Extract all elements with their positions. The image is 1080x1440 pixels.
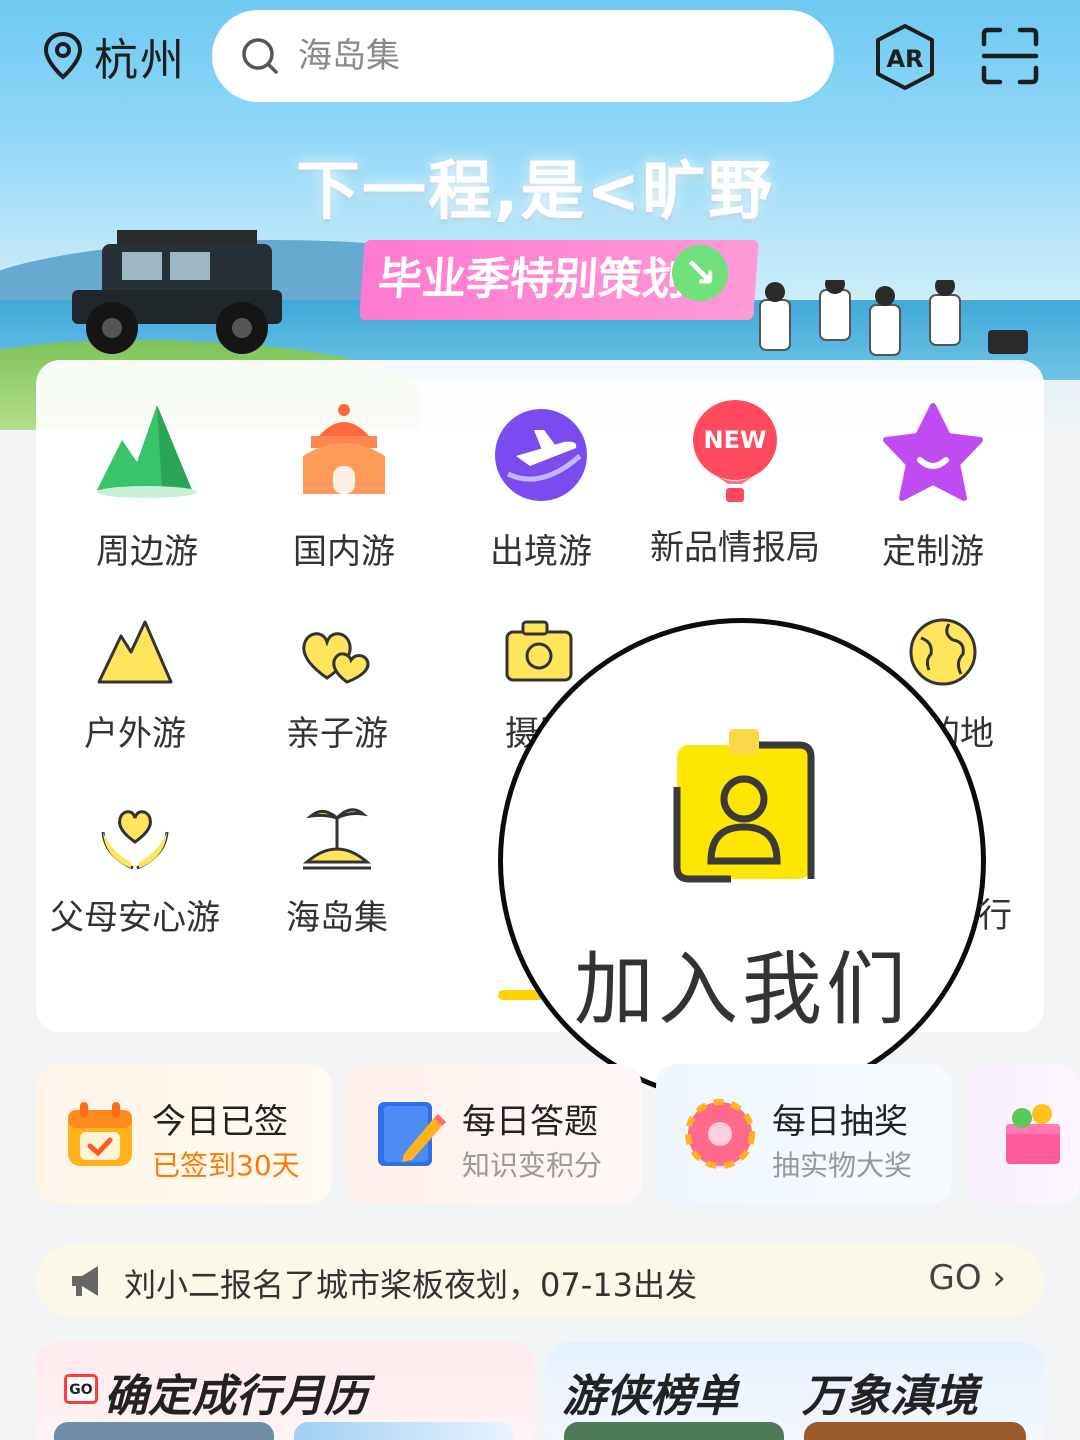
daily-subtitle: 已签到30天 [152, 1149, 300, 1182]
ranking-thumb [564, 1422, 784, 1440]
chevron-right-icon: › [981, 1258, 1006, 1298]
location-pin-icon [43, 31, 83, 80]
notice-text: 刘小二报名了城市桨板夜划，07-13出发 [124, 1266, 697, 1304]
pavilion-icon [303, 404, 385, 494]
daily-subtitle: 知识变积分 [462, 1149, 603, 1182]
category-label: 户外游 [84, 714, 186, 754]
hands-heart-icon [101, 810, 169, 870]
category-fumu[interactable]: 父母安心游 [40, 796, 230, 939]
join-us-label[interactable]: 加入我们 [503, 925, 981, 1041]
daily-title: 今日已签 [152, 1102, 288, 1142]
daily-quiz-card[interactable]: 每日答题 知识变积分 [346, 1064, 642, 1204]
category-label: 周边游 [96, 532, 198, 572]
top-bar: 杭州 AR [0, 0, 1080, 110]
daily-more-card[interactable] [966, 1064, 1080, 1204]
island-icon [302, 808, 372, 870]
category-label: 父母安心游 [50, 898, 220, 938]
category-label: 国内游 [293, 532, 395, 572]
notice-go-link[interactable]: GO › [928, 1258, 1006, 1298]
scene-thumb [804, 1422, 1026, 1440]
calendar-thumb-2 [294, 1422, 514, 1440]
balloon-new-icon: NEW [693, 400, 777, 502]
notebook-pencil-icon [378, 1102, 446, 1166]
badge-id-icon [673, 729, 815, 883]
location-selector[interactable]: 杭州 [42, 28, 186, 86]
svg-text:AR: AR [886, 45, 923, 73]
calendar-card[interactable]: GO 确定成行月历 [36, 1342, 534, 1440]
notice-bar[interactable]: 刘小二报名了城市桨板夜划，07-13出发 GO › [36, 1244, 1044, 1318]
jeep-image [72, 230, 282, 354]
plane-icon [495, 409, 587, 501]
category-dingzhi[interactable]: 定制游 [838, 400, 1028, 573]
daily-title: 每日答题 [462, 1102, 598, 1142]
gift-box-icon [1006, 1104, 1060, 1164]
calendar-check-icon [68, 1102, 132, 1166]
scene-title: 万象滇境 [802, 1371, 978, 1422]
search-input[interactable] [298, 36, 798, 76]
category-label: 亲子游 [286, 714, 388, 754]
category-label: 定制游 [882, 532, 984, 572]
partial-category-label: 行 [978, 896, 1012, 936]
calendar-title: 确定成行月历 [104, 1371, 368, 1422]
daily-lottery-card[interactable]: 每日抽奖 抽实物大奖 [656, 1064, 952, 1204]
outdoor-mountain-icon [97, 620, 173, 684]
megaphone-icon [72, 1266, 98, 1296]
category-huwai[interactable]: 户外游 [40, 612, 230, 755]
search-icon [242, 38, 278, 74]
category-zhoubian[interactable]: 周边游 [52, 400, 242, 573]
category-xinpin[interactable]: NEW 新品情报局 [640, 396, 830, 569]
notice-go-label: GO [928, 1258, 982, 1298]
arrow-down-right-icon: ↘ [672, 245, 728, 301]
city-label: 杭州 [94, 35, 186, 86]
search-bar[interactable] [212, 10, 834, 102]
star-icon [883, 403, 983, 501]
category-haidao[interactable]: 海岛集 [242, 796, 432, 939]
category-label: 出境游 [490, 532, 592, 572]
category-qinzi[interactable]: 亲子游 [242, 612, 432, 755]
daily-checkin-card[interactable]: 今日已签 已签到30天 [36, 1064, 332, 1204]
ranking-card[interactable]: 游侠榜单 万象滇境 [546, 1342, 1044, 1440]
scan-icon[interactable] [980, 26, 1040, 86]
category-chujing[interactable]: 出境游 [446, 400, 636, 573]
category-label: 海岛集 [286, 898, 388, 938]
calendar-go-badge: GO [64, 1374, 98, 1404]
mountain-icon [97, 405, 197, 498]
category-label: 新品情报局 [650, 528, 820, 568]
ranking-title: 游侠榜单 [562, 1371, 738, 1422]
category-guonei[interactable]: 国内游 [249, 400, 439, 573]
new-badge: NEW [704, 426, 767, 454]
zoom-magnifier: 加入我们 [498, 618, 986, 1104]
hearts-icon [302, 632, 370, 684]
daily-title: 每日抽奖 [772, 1102, 908, 1142]
ar-icon[interactable]: AR [872, 22, 938, 92]
daily-subtitle: 抽实物大奖 [772, 1149, 913, 1182]
lottery-wheel-icon [685, 1099, 755, 1169]
calendar-thumb-1 [54, 1422, 274, 1440]
camera-icon [505, 620, 573, 682]
globe-icon [909, 618, 977, 686]
